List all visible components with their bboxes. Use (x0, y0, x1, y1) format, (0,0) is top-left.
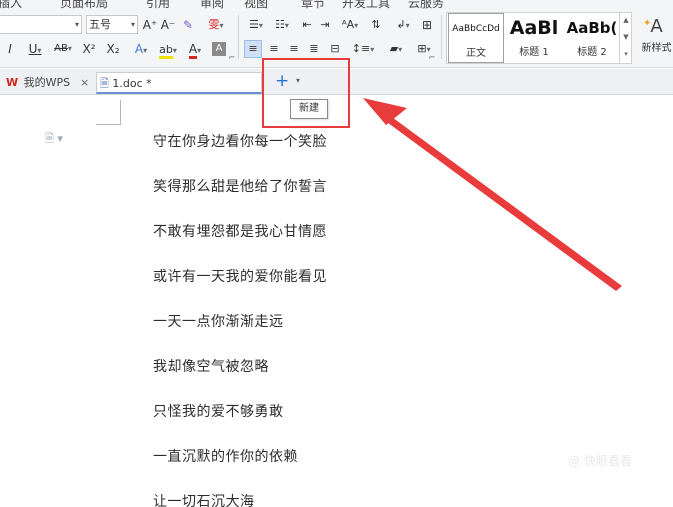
menu-view[interactable]: 视图 (244, 0, 268, 9)
menu-page-layout[interactable]: 页面布局 (60, 0, 108, 9)
more-styles-icon[interactable]: ▾ (620, 46, 632, 62)
line-spacing-button[interactable]: ↕≡▾ (350, 39, 376, 59)
numbering-button[interactable]: ☷▾ (270, 15, 294, 35)
document-outline-icon[interactable]: 🗎 ▾ (45, 130, 63, 149)
menu-references[interactable]: 引用 (146, 0, 170, 9)
justify-icon[interactable]: ≣ (306, 39, 322, 59)
page-corner-mark (120, 100, 121, 125)
change-case-button[interactable]: ᴬA▾ (338, 15, 362, 35)
menu-review[interactable]: 审阅 (200, 0, 224, 9)
shrink-font-button[interactable]: A⁻ (160, 15, 176, 35)
show-marks-button[interactable]: ↲▾ (392, 15, 414, 35)
ribbon-separator (441, 15, 442, 59)
text-line: 只怪我的爱不够勇敢 (153, 404, 284, 420)
style-heading-2[interactable]: AaBb( 标题 2 (564, 13, 620, 63)
align-center-icon[interactable]: ≡ (266, 39, 282, 59)
subscript-button[interactable]: X₂ (104, 39, 122, 59)
watermark: @ 快眼看看 (568, 454, 632, 468)
char-shading-button[interactable]: A (212, 42, 226, 56)
close-icon[interactable]: × (80, 72, 89, 94)
styles-gallery: AaBbCcDd 正文 AaBl 标题 1 AaBb( 标题 2 (446, 12, 632, 64)
tab-document[interactable]: 🗎 1.doc * (96, 72, 262, 94)
text-effect-button[interactable]: A▾ (130, 39, 152, 59)
text-line: 笑得那么甜是他给了你誓言 (153, 179, 327, 195)
underline-button[interactable]: U▾ (24, 39, 46, 59)
text-line: 守在你身边看你每一个笑脸 (153, 134, 327, 150)
text-line: 一天一点你渐渐走远 (153, 314, 284, 330)
strikethrough-button[interactable]: AB▾ (50, 39, 76, 59)
tab-my-wps[interactable]: W 我的WPS × (6, 72, 94, 94)
increase-indent-icon[interactable]: ⇥ (318, 15, 332, 35)
font-dialog-launcher[interactable]: ⌐ (228, 53, 236, 63)
page-corner-mark (96, 124, 121, 125)
italic-button[interactable]: I (4, 39, 16, 59)
text-line: 不敢有埋怨都是我心甘情愿 (153, 224, 327, 240)
new-style-button[interactable]: ✦ A 新样式 (640, 15, 673, 54)
menu-bar: 插入 页面布局 引用 审阅 视图 章节 开发工具 云服务 (0, 0, 673, 9)
chevron-down-icon[interactable]: ▼ (620, 29, 632, 46)
font-color-button[interactable]: A▾ (184, 39, 206, 59)
align-left-icon[interactable]: ≡ (244, 40, 262, 58)
align-right-icon[interactable]: ≡ (286, 39, 302, 59)
style-heading-1[interactable]: AaBl 标题 1 (505, 13, 563, 63)
font-size-select[interactable]: 五号 ▾ (86, 15, 138, 34)
ribbon-separator (238, 15, 239, 59)
text-line: 让一切石沉大海 (153, 494, 255, 507)
font-name-select[interactable]: ▾ (0, 15, 82, 34)
styles-scroll[interactable]: ▲ ▼ ▾ (619, 12, 632, 64)
arrow-shaft (380, 112, 622, 291)
text-line: 或许有一天我的爱你能看见 (153, 269, 327, 285)
document-icon: 🗎 (100, 77, 109, 90)
chevron-up-icon[interactable]: ▲ (620, 12, 632, 29)
menu-insert[interactable]: 插入 (0, 0, 22, 9)
decrease-indent-icon[interactable]: ⇤ (300, 15, 314, 35)
text-line: 一直沉默的作你的依赖 (153, 449, 298, 465)
sort-icon[interactable]: ⇅ (368, 15, 384, 35)
menu-section[interactable]: 章节 (301, 0, 325, 9)
table-icon[interactable]: ⊞ (418, 15, 436, 35)
grow-font-button[interactable]: A⁺ (142, 15, 158, 35)
arrow-head (363, 98, 407, 125)
wps-logo-icon: W (6, 76, 19, 89)
new-style-icon: ✦ A (643, 16, 663, 37)
clear-format-icon[interactable]: ✎ (180, 15, 196, 35)
highlight-button[interactable]: ab▾ (156, 39, 180, 59)
text-line: 我却像空气被忽略 (153, 359, 269, 375)
superscript-button[interactable]: X² (80, 39, 98, 59)
style-normal[interactable]: AaBbCcDd 正文 (448, 13, 504, 63)
menu-developer[interactable]: 开发工具 (342, 0, 390, 9)
highlight-box (262, 58, 350, 128)
menu-cloud[interactable]: 云服务 (408, 0, 444, 9)
distribute-icon[interactable]: ⊟ (326, 39, 344, 59)
bullets-button[interactable]: ☰▾ (244, 15, 268, 35)
shading-button[interactable]: ▰▾ (384, 39, 408, 59)
phonetic-guide-button[interactable]: 雯▾ (204, 15, 228, 35)
paragraph-dialog-launcher[interactable]: ⌐ (428, 53, 436, 63)
